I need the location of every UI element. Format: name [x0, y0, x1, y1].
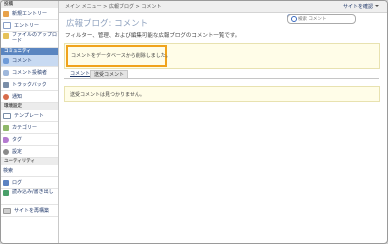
sidebar-item-label: ファイルのアップロード [12, 32, 58, 44]
sidebar-item-entries[interactable]: エントリー [1, 20, 58, 32]
trackback-icon [3, 81, 9, 88]
sidebar-item-label: タグ [12, 137, 23, 143]
comment-icon [3, 57, 9, 64]
empty-state-message: 送受コメントは見つかりません。 [64, 86, 380, 102]
tab-divider [64, 78, 379, 79]
rebuild-icon [3, 207, 11, 214]
template-icon [3, 112, 11, 119]
sidebar-item-label: エントリー [14, 23, 40, 29]
status-message: コメントをデータベースから削除しました。 [64, 43, 380, 69]
status-message-text: コメントをデータベースから削除しました。 [71, 53, 171, 59]
sidebar-item-search[interactable]: 検索 [1, 14, 293, 177]
sidebar-item-log[interactable]: ログ [1, 177, 58, 189]
sidebar-item-new-entry[interactable]: 新規エントリー [1, 8, 58, 20]
page-description: フィルター、管理、および編集可能な広報ブログのコメント一覧です。 [65, 33, 241, 39]
app-window: 投稿 新規エントリー エントリー ファイルのアップロード コミュニティ コメント… [0, 0, 388, 244]
sidebar-item-label: ログ [12, 180, 23, 186]
category-icon [3, 124, 9, 131]
breadcrumb[interactable]: メイン メニュー > 広報ブログ > コメント [65, 3, 161, 10]
sidebar-item-notifications[interactable]: 通知 [1, 91, 58, 103]
sidebar-item-label: 検索 [3, 168, 14, 174]
import-export-icon [3, 190, 9, 196]
search-input[interactable] [298, 15, 350, 23]
sidebar-item-label: 読み込み/書き出し [12, 189, 54, 195]
log-icon [3, 179, 9, 186]
top-bar: メイン メニュー > 広報ブログ > コメント サイトを確認 [59, 1, 387, 13]
tag-icon [3, 136, 9, 143]
sidebar-item-label: コメント投稿者 [12, 70, 48, 76]
sidebar-item-label: 設定 [12, 149, 23, 155]
sidebar-item-label: サイトを再構築 [14, 208, 50, 214]
page-title: 広報ブログ: コメント [66, 19, 149, 29]
sidebar-item-trackbacks[interactable]: トラックバック [1, 79, 58, 91]
sidebar-item-label: 通知 [12, 94, 23, 100]
document-icon [3, 22, 11, 29]
view-site-link[interactable]: サイトを確認 [343, 3, 379, 10]
sidebar-item-label: カテゴリー [12, 125, 38, 131]
folder-icon [3, 33, 9, 39]
sidebar-item-label: 新規エントリー [12, 11, 48, 17]
empty-state-text: 送受コメントは見つかりません。 [70, 92, 145, 98]
sidebar: 投稿 新規エントリー エントリー ファイルのアップロード コミュニティ コメント… [1, 1, 293, 243]
sidebar-section-settings: 環境設定 [1, 103, 58, 110]
sidebar-item-commenters[interactable]: コメント投稿者 [1, 67, 58, 79]
sidebar-section-posts: 投稿 [1, 1, 58, 8]
sidebar-item-templates[interactable]: テンプレート [1, 110, 58, 122]
sidebar-item-upload-file[interactable]: ファイルのアップロード [1, 32, 58, 48]
gear-icon [3, 148, 9, 155]
sidebar-item-label: テンプレート [14, 113, 44, 119]
sidebar-item-label: トラックバック [12, 82, 47, 88]
search-box[interactable] [287, 14, 356, 24]
sidebar-item-comments[interactable]: コメント [1, 55, 58, 67]
commenter-icon [3, 69, 9, 76]
sidebar-item-import-export[interactable]: 読み込み/書き出し [1, 189, 58, 205]
sidebar-item-tags[interactable]: タグ [1, 134, 58, 146]
sidebar-item-categories[interactable]: カテゴリー [1, 122, 58, 134]
search-icon[interactable] [291, 16, 297, 22]
sidebar-section-utilities: ユーティリティ [1, 158, 58, 165]
sidebar-item-rebuild[interactable]: サイトを再構築 [1, 205, 58, 217]
sidebar-section-community: コミュニティ [1, 48, 58, 55]
sidebar-item-settings[interactable]: 設定 [1, 146, 58, 158]
sidebar-item-label: コメント [12, 58, 33, 64]
notification-icon [3, 93, 9, 100]
pen-icon [3, 10, 9, 17]
